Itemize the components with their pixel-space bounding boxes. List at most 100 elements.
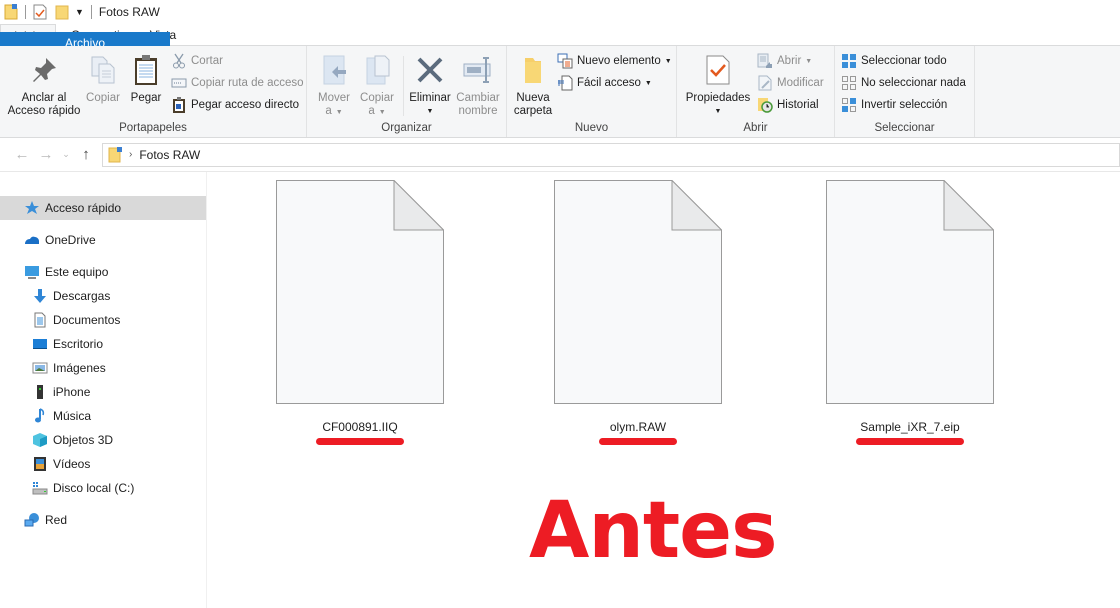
sidebar-item-videos[interactable]: Vídeos: [0, 452, 206, 476]
file-name: CF000891.IIQ: [322, 420, 398, 434]
select-all-icon: [841, 53, 857, 69]
dropdown-caret-icon: ▼: [805, 57, 813, 65]
navigation-pane: Acceso rápido OneDrive Este equipo Desca…: [0, 172, 207, 608]
desktop-icon: [32, 336, 48, 352]
address-bar: ← → ⌄ ↑ › Fotos RAW: [0, 138, 1120, 172]
sidebar-item-onedrive[interactable]: OneDrive: [0, 228, 206, 252]
rename-icon: [462, 54, 494, 86]
dropdown-caret-icon: ▼: [644, 79, 652, 87]
properties-button[interactable]: Propiedades ▼: [683, 54, 753, 118]
sidebar-item-acceso-rapido[interactable]: Acceso rápido: [0, 196, 206, 220]
new-item-button[interactable]: Nuevo elemento ▼: [557, 52, 672, 70]
music-icon: [32, 408, 48, 424]
group-label-abrir: Abrir: [743, 122, 768, 134]
sidebar-item-documentos[interactable]: Documentos: [0, 308, 206, 332]
group-label-nuevo: Nuevo: [574, 122, 609, 134]
paste-shortcut-button[interactable]: Pegar acceso directo: [171, 96, 299, 114]
generic-file-icon: [276, 179, 445, 404]
dropdown-caret-icon: ▼: [714, 108, 722, 115]
easy-access-button[interactable]: Fácil acceso ▼: [557, 74, 652, 92]
breadcrumb-item[interactable]: Fotos RAW: [139, 148, 200, 162]
star-icon: [24, 200, 40, 216]
move-to-button[interactable]: Mover a ▼: [315, 54, 353, 119]
cube-icon: [32, 432, 48, 448]
select-all-button[interactable]: Seleccionar todo: [841, 52, 947, 70]
properties-check-icon: [702, 54, 734, 86]
sidebar-item-imagenes[interactable]: Imágenes: [0, 356, 206, 380]
group-seleccionar: Seleccionar todo No seleccionar nada Inv…: [835, 46, 975, 137]
network-icon: [24, 512, 40, 528]
delete-x-icon: [414, 54, 446, 86]
copy-path-button[interactable]: Copiar ruta de acceso: [171, 74, 304, 92]
open-icon: [757, 53, 773, 69]
group-label-portapapeles: Portapapeles: [119, 122, 187, 134]
edit-button[interactable]: Modificar: [757, 74, 824, 92]
paste-button[interactable]: Pegar: [127, 54, 165, 105]
generic-file-icon: [826, 179, 995, 404]
new-item-icon: [557, 53, 573, 69]
new-folder-icon[interactable]: [55, 4, 69, 20]
main-area: Acceso rápido OneDrive Este equipo Desca…: [0, 172, 1120, 608]
recent-locations-chevron-icon[interactable]: ⌄: [58, 149, 74, 160]
sidebar-item-este-equipo[interactable]: Este equipo: [0, 260, 206, 284]
new-folder-icon: [517, 54, 549, 86]
history-button[interactable]: Historial: [757, 96, 819, 114]
red-underline-annotation: [856, 438, 964, 445]
address-input[interactable]: › Fotos RAW: [102, 142, 1120, 167]
document-icon: [32, 312, 48, 328]
phone-icon: [32, 384, 48, 400]
red-underline-annotation: [316, 438, 404, 445]
paste-shortcut-icon: [171, 97, 187, 113]
up-arrow-icon[interactable]: ↑: [74, 146, 98, 163]
copy-icon: [87, 54, 119, 86]
sidebar-item-red[interactable]: Red: [0, 508, 206, 532]
rename-button[interactable]: Cambiar nombre: [455, 54, 501, 118]
file-item[interactable]: CF000891.IIQ: [275, 179, 445, 445]
dropdown-caret-icon: ▼: [335, 109, 343, 116]
cloud-icon: [24, 232, 40, 248]
dropdown-caret-icon: ▼: [426, 108, 434, 115]
sidebar-item-objetos-3d[interactable]: Objetos 3D: [0, 428, 206, 452]
back-arrow-icon[interactable]: ←: [10, 146, 34, 163]
computer-icon: [24, 264, 40, 280]
sidebar-item-iphone[interactable]: iPhone: [0, 380, 206, 404]
video-icon: [32, 456, 48, 472]
pictures-icon: [32, 360, 48, 376]
generic-file-icon: [554, 179, 723, 404]
properties-icon[interactable]: [33, 4, 47, 20]
file-item[interactable]: Sample_iXR_7.eip: [825, 179, 995, 445]
new-folder-button[interactable]: Nueva carpeta: [511, 54, 555, 118]
pin-quick-access-button[interactable]: Anclar al Acceso rápido: [6, 54, 82, 118]
folder-icon: [107, 146, 123, 163]
paste-icon: [130, 54, 162, 86]
history-icon: [757, 97, 773, 113]
sidebar-item-descargas[interactable]: Descargas: [0, 284, 206, 308]
group-label-seleccionar: Seleccionar: [874, 122, 935, 134]
group-organizar: Mover a ▼ Copiar a ▼ Eliminar ▼ Cambiar no…: [307, 46, 507, 137]
invert-selection-icon: [841, 97, 857, 113]
folder-properties-icon[interactable]: [4, 4, 18, 20]
customize-toolbar-dropdown-icon[interactable]: ▼: [75, 7, 84, 17]
copy-to-icon: [361, 54, 393, 86]
breadcrumb-chevron-icon[interactable]: ›: [129, 149, 132, 160]
copy-button[interactable]: Copiar: [84, 54, 122, 105]
group-portapapeles: Anclar al Acceso rápido Copiar Pegar Cor…: [0, 46, 307, 137]
invert-selection-button[interactable]: Invertir selección: [841, 96, 947, 114]
sidebar-item-disco-local[interactable]: Disco local (C:): [0, 476, 206, 500]
sidebar-item-musica[interactable]: Música: [0, 404, 206, 428]
delete-button[interactable]: Eliminar ▼: [407, 54, 453, 118]
file-view: CF000891.IIQ olym.RAW Sample_iXR_7.eip A…: [207, 172, 1120, 608]
file-item[interactable]: olym.RAW: [553, 179, 723, 445]
select-none-icon: [841, 75, 857, 91]
select-none-button[interactable]: No seleccionar nada: [841, 74, 966, 92]
separator: [25, 5, 26, 19]
file-name: olym.RAW: [609, 420, 667, 434]
open-button[interactable]: Abrir ▼: [757, 52, 812, 70]
copy-to-button[interactable]: Copiar a ▼: [357, 54, 397, 119]
sidebar-item-escritorio[interactable]: Escritorio: [0, 332, 206, 356]
easy-access-icon: [557, 75, 573, 91]
group-nuevo: Nueva carpeta Nuevo elemento ▼ Fácil acc…: [507, 46, 677, 137]
cut-button[interactable]: Cortar: [171, 52, 223, 70]
forward-arrow-icon[interactable]: →: [34, 146, 58, 163]
download-icon: [32, 288, 48, 304]
